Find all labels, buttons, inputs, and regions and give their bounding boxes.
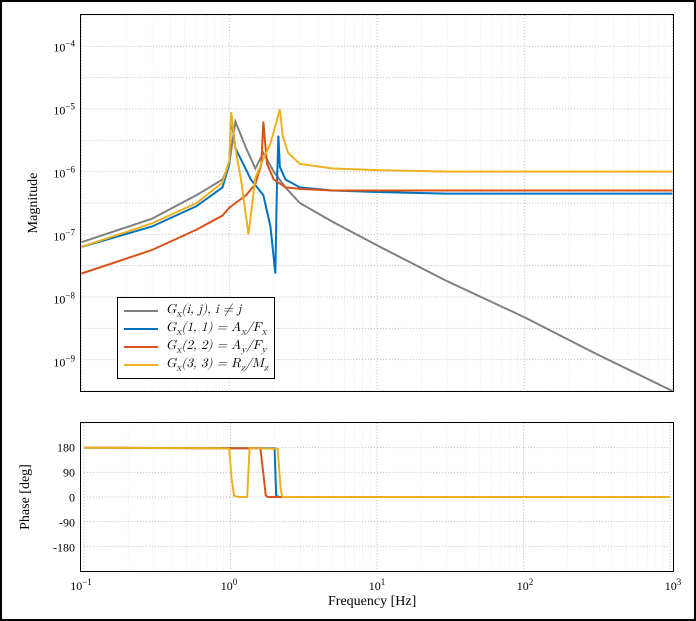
legend-label: Gx(1, 1) = Ax/Fx xyxy=(166,320,267,338)
legend-entry: Gx(1, 1) = Ax/Fx xyxy=(124,320,268,338)
legend-swatch xyxy=(124,346,158,348)
magnitude-panel: 10−9 10−8 10−7 10−6 10−5 10−4 Gx(i, j), … xyxy=(80,14,674,392)
legend-box: Gx(i, j), i ≠ j Gx(1, 1) = Ax/Fx Gx(2, 2… xyxy=(117,297,275,379)
legend-swatch xyxy=(124,328,158,330)
xlabel: Frequency [Hz] xyxy=(328,594,416,610)
phase-panel: -180 -90 0 90 180 10−1 100 101 102 103 xyxy=(80,422,674,572)
ytick: 10−6 xyxy=(53,164,75,181)
xtick: 100 xyxy=(221,577,238,594)
phase-curves xyxy=(81,423,673,571)
bode-figure: 10−9 10−8 10−7 10−6 10−5 10−4 Gx(i, j), … xyxy=(2,2,694,619)
legend-swatch xyxy=(124,310,158,312)
ytick: 180 xyxy=(57,441,75,456)
ytick: -180 xyxy=(53,541,75,556)
magnitude-ylabel: Magnitude xyxy=(26,163,42,243)
ytick: 90 xyxy=(63,466,75,481)
legend-label: Gx(2, 2) = Ay/Fy xyxy=(166,338,267,356)
ytick: 10−8 xyxy=(53,290,75,307)
ytick: 10−5 xyxy=(53,101,75,118)
legend-label: Gx(3, 3) = Rz/Mz xyxy=(166,356,268,374)
legend-swatch xyxy=(124,364,158,366)
ytick: -90 xyxy=(59,516,75,531)
legend-entry: Gx(i, j), i ≠ j xyxy=(124,302,268,320)
legend-entry: Gx(2, 2) = Ay/Fy xyxy=(124,338,268,356)
ytick: 10−4 xyxy=(53,38,75,55)
legend-entry: Gx(3, 3) = Rz/Mz xyxy=(124,356,268,374)
ytick: 0 xyxy=(69,491,75,506)
xtick: 10−1 xyxy=(70,577,92,594)
legend-label: Gx(i, j), i ≠ j xyxy=(166,302,241,320)
ytick: 10−7 xyxy=(53,227,75,244)
xtick: 102 xyxy=(517,577,534,594)
ytick: 10−9 xyxy=(53,353,75,370)
phase-ylabel: Phase [deg] xyxy=(18,457,34,537)
xtick: 103 xyxy=(665,577,682,594)
xtick: 101 xyxy=(369,577,386,594)
